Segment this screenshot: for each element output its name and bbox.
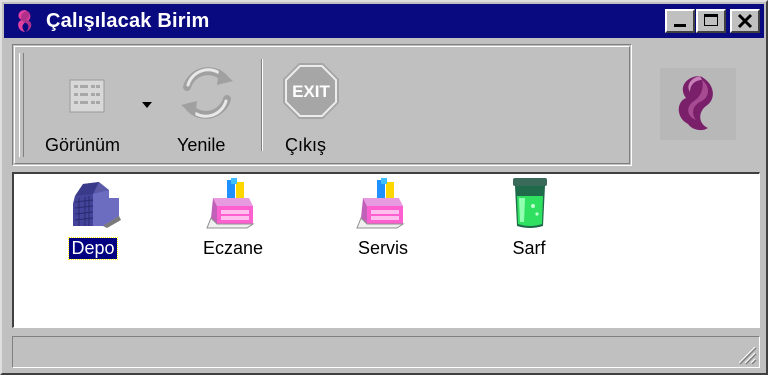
list-item-label: Depo	[68, 237, 118, 260]
view-button-label: Görünüm	[45, 135, 121, 155]
title-bar[interactable]: Çalışılacak Birim	[4, 4, 764, 38]
list-item-eczane[interactable]: Eczane	[178, 176, 288, 296]
unit-list[interactable]: Depo Eczane Servis Sarf	[12, 172, 760, 328]
window-title: Çalışılacak Birim	[46, 9, 210, 32]
toolbar: Görünüm Yenile EXIT Çıkış	[12, 44, 632, 166]
beaker-icon	[513, 178, 547, 228]
caption-buttons	[664, 9, 760, 33]
view-details-icon	[69, 79, 105, 113]
warehouse-icon	[73, 182, 121, 228]
minimize-icon	[674, 24, 686, 27]
list-item-label: Sarf	[512, 238, 546, 258]
cash-register-icon	[206, 178, 255, 229]
svg-text:EXIT: EXIT	[292, 82, 330, 101]
exit-icon: EXIT	[283, 63, 339, 119]
app-window: Çalışılacak Birim Görünüm Yenile EXIT Çı…	[0, 0, 768, 375]
toolbar-grip[interactable]	[19, 53, 24, 157]
list-item-servis[interactable]: Servis	[328, 176, 438, 296]
view-button[interactable]: Görünüm	[39, 55, 152, 155]
close-icon	[737, 13, 753, 29]
exit-button-label: Çıkış	[285, 135, 327, 155]
maximize-icon	[704, 14, 718, 26]
list-item-depo[interactable]: Depo	[38, 176, 148, 296]
toolbar-separator	[261, 59, 263, 151]
app-logo-icon	[18, 10, 32, 32]
refresh-button[interactable]: Yenile	[165, 55, 249, 155]
refresh-button-label: Yenile	[177, 135, 226, 155]
exit-button[interactable]: EXIT Çıkış	[271, 55, 347, 155]
resize-grip-icon[interactable]	[733, 341, 757, 365]
status-bar	[12, 336, 760, 368]
list-item-sarf[interactable]: Sarf	[474, 176, 584, 296]
brand-logo	[660, 68, 736, 140]
refresh-icon	[181, 67, 233, 119]
cash-register-icon	[356, 178, 405, 229]
list-item-label: Servis	[357, 238, 408, 258]
brand-logo-icon	[678, 76, 713, 131]
chevron-down-icon[interactable]	[141, 101, 153, 109]
close-button[interactable]	[730, 9, 760, 33]
maximize-button[interactable]	[696, 9, 726, 33]
list-item-label: Eczane	[202, 238, 264, 258]
minimize-button[interactable]	[665, 9, 695, 33]
